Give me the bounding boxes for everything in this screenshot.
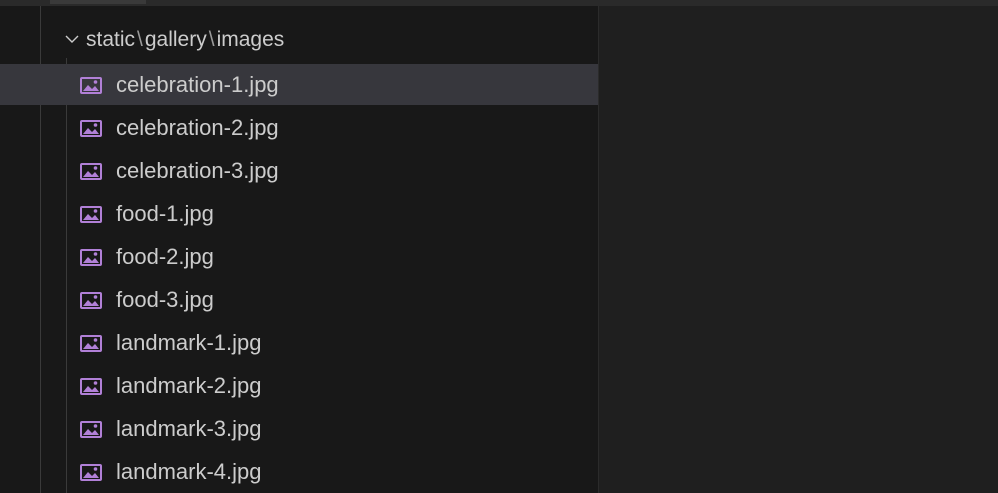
file-explorer-panel[interactable]: static\gallery\images celebration-1.jpg c… xyxy=(0,6,598,493)
folder-path-label: static\gallery\images xyxy=(86,28,284,52)
file-item[interactable]: food-3.jpg xyxy=(0,279,598,320)
vscode-window: static\gallery\images celebration-1.jpg c… xyxy=(0,0,998,493)
image-file-icon xyxy=(80,163,102,180)
folder-segment: static xyxy=(86,28,136,51)
file-label: food-1.jpg xyxy=(116,201,214,226)
file-item[interactable]: celebration-1.jpg xyxy=(0,64,598,105)
folder-segment: images xyxy=(216,28,285,51)
path-separator: \ xyxy=(208,28,215,51)
file-label: celebration-2.jpg xyxy=(116,115,279,140)
file-item[interactable]: food-1.jpg xyxy=(0,193,598,234)
file-item[interactable]: landmark-2.jpg xyxy=(0,365,598,406)
image-file-icon xyxy=(80,335,102,352)
file-label: landmark-4.jpg xyxy=(116,459,262,484)
folder-row-static-gallery-images[interactable]: static\gallery\images xyxy=(0,20,598,60)
image-file-icon xyxy=(80,249,102,266)
file-item[interactable]: food-2.jpg xyxy=(0,236,598,277)
file-label: landmark-1.jpg xyxy=(116,330,262,355)
file-item[interactable]: landmark-1.jpg xyxy=(0,322,598,363)
image-file-icon xyxy=(80,77,102,94)
image-file-icon xyxy=(80,206,102,223)
editor-area[interactable] xyxy=(599,6,998,493)
file-label: celebration-1.jpg xyxy=(116,72,279,97)
file-label: celebration-3.jpg xyxy=(116,158,279,183)
truncated-header-item xyxy=(50,0,146,4)
file-label: landmark-2.jpg xyxy=(116,373,262,398)
file-label: food-3.jpg xyxy=(116,287,214,312)
file-item[interactable]: landmark-4.jpg xyxy=(0,451,598,492)
file-item[interactable]: celebration-3.jpg xyxy=(0,150,598,191)
path-separator: \ xyxy=(137,28,143,51)
image-file-icon xyxy=(80,120,102,137)
image-file-icon xyxy=(80,292,102,309)
file-label: food-2.jpg xyxy=(116,244,214,269)
image-file-icon xyxy=(80,464,102,481)
chevron-down-icon[interactable] xyxy=(64,31,80,47)
folder-segment: gallery xyxy=(144,28,207,51)
image-file-icon xyxy=(80,421,102,438)
file-item[interactable]: celebration-2.jpg xyxy=(0,107,598,148)
file-item[interactable]: landmark-3.jpg xyxy=(0,408,598,449)
file-label: landmark-3.jpg xyxy=(116,416,262,441)
image-file-icon xyxy=(80,378,102,395)
